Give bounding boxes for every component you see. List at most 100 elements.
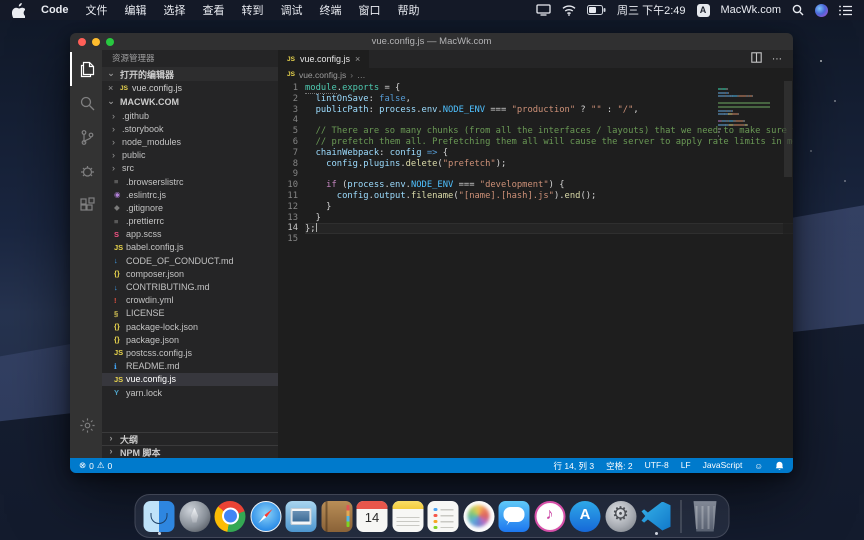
menu-bar-account[interactable]: MacWk.com [721, 4, 782, 16]
menu-item-6[interactable]: 调试 [281, 2, 303, 18]
status-item-3[interactable]: LF [681, 460, 691, 472]
file-item-crowdin.yml[interactable]: !crowdin.yml [102, 294, 278, 307]
code-line-13[interactable]: } [305, 213, 793, 224]
dock-item-reminders[interactable] [427, 497, 460, 535]
open-editors-section[interactable]: ⌄ 打开的编辑器 [102, 67, 278, 81]
more-actions-icon[interactable]: ⋯ [772, 54, 783, 65]
apple-menu-icon[interactable] [12, 3, 25, 18]
breadcrumb-file[interactable]: vue.config.js [299, 70, 346, 80]
code-line-7[interactable]: chainWebpack: config => { [305, 148, 793, 159]
debug-icon[interactable] [70, 154, 102, 188]
display-airplay-icon[interactable] [536, 4, 551, 16]
window-titlebar[interactable]: vue.config.js — MacWk.com [70, 33, 793, 50]
dock-item-appstore[interactable] [569, 497, 602, 535]
source-control-icon[interactable] [70, 120, 102, 154]
dock-item-calendar[interactable]: 14 [356, 497, 389, 535]
workspace-section[interactable]: ⌄ MACWK.COM [102, 95, 278, 109]
battery-icon[interactable] [587, 5, 606, 15]
notifications-bell-icon[interactable] [775, 461, 784, 471]
menu-item-4[interactable]: 查看 [203, 2, 225, 18]
breadcrumb[interactable]: JS vue.config.js › … [278, 68, 793, 81]
code-line-10[interactable]: if (process.env.NODE_ENV === "developmen… [305, 180, 793, 191]
menu-item-3[interactable]: 选择 [164, 2, 186, 18]
menu-bar-clock[interactable]: 周三 下午2:49 [617, 2, 685, 18]
close-editor-icon[interactable]: × [108, 83, 116, 93]
dock-item-itunes[interactable]: ♪ [533, 497, 566, 535]
file-item-package-lock.json[interactable]: {}package-lock.json [102, 320, 278, 333]
code-content[interactable]: module.exports = { lintOnSave: false, pu… [305, 83, 793, 458]
dock-item-contacts[interactable] [320, 497, 353, 535]
menu-item-1[interactable]: 文件 [86, 2, 108, 18]
menu-item-9[interactable]: 帮助 [398, 2, 420, 18]
file-item-.eslintrc.js[interactable]: ◉.eslintrc.js [102, 188, 278, 201]
minimize-window-button[interactable] [92, 38, 100, 46]
dock-item-chrome[interactable] [214, 497, 247, 535]
file-item-LICENSE[interactable]: §LICENSE [102, 307, 278, 320]
code-editor[interactable]: 123456789101112131415 module.exports = {… [278, 81, 793, 458]
zoom-window-button[interactable] [106, 38, 114, 46]
tab-vue-config-js[interactable]: JS vue.config.js × [278, 50, 369, 68]
dock-item-messages[interactable] [498, 497, 531, 535]
dock-item-mail[interactable] [285, 497, 318, 535]
editor-scrollbar[interactable] [783, 81, 793, 458]
code-line-8[interactable]: config.plugins.delete("prefetch"); [305, 159, 793, 170]
file-item-app.scss[interactable]: Sapp.scss [102, 228, 278, 241]
dock-item-safari[interactable] [249, 497, 282, 535]
file-item-.prettierrc[interactable]: ≡.prettierrc [102, 215, 278, 228]
file-item-CODE_OF_CONDUCT.md[interactable]: ↓CODE_OF_CONDUCT.md [102, 254, 278, 267]
menu-item-0[interactable]: Code [41, 4, 69, 16]
search-icon[interactable] [70, 86, 102, 120]
open-editor-item[interactable]: × JS vue.config.js [102, 81, 278, 95]
code-line-14[interactable]: }; [305, 223, 793, 234]
file-item-.gitignore[interactable]: ◆.gitignore [102, 201, 278, 214]
settings-gear-icon[interactable] [70, 408, 102, 442]
file-item-vue.config.js[interactable]: JSvue.config.js [102, 373, 278, 386]
scrollbar-thumb[interactable] [784, 81, 792, 177]
tab-close-icon[interactable]: × [355, 54, 360, 64]
file-item-CONTRIBUTING.md[interactable]: ↓CONTRIBUTING.md [102, 280, 278, 293]
code-line-15[interactable] [305, 234, 793, 245]
status-item-4[interactable]: JavaScript [703, 460, 743, 472]
menu-item-8[interactable]: 窗口 [359, 2, 381, 18]
dock-item-trash[interactable] [689, 497, 722, 535]
dock-item-notes[interactable] [391, 497, 424, 535]
explorer-icon[interactable] [70, 52, 102, 86]
code-line-11[interactable]: config.output.filename("[name].[hash].js… [305, 191, 793, 202]
close-window-button[interactable] [78, 38, 86, 46]
siri-icon[interactable] [815, 4, 828, 17]
wifi-icon[interactable] [562, 5, 576, 16]
feedback-smiley-icon[interactable]: ☺ [754, 461, 763, 471]
breadcrumb-symbol[interactable]: … [357, 70, 366, 80]
notification-center-icon[interactable] [839, 5, 852, 16]
menu-item-2[interactable]: 编辑 [125, 2, 147, 18]
file-item-README.md[interactable]: ℹREADME.md [102, 360, 278, 373]
npm-scripts-section[interactable]: › NPM 脚本 [102, 445, 278, 458]
status-item-1[interactable]: 空格: 2 [606, 460, 632, 472]
dock-item-photos[interactable] [462, 497, 495, 535]
file-item-.storybook[interactable]: ›.storybook [102, 122, 278, 135]
outline-section[interactable]: › 大纲 [102, 432, 278, 445]
extensions-icon[interactable] [70, 188, 102, 222]
dock-item-finder[interactable] [143, 497, 176, 535]
status-item-0[interactable]: 行 14, 列 3 [554, 460, 595, 472]
minimap[interactable] [718, 85, 780, 139]
file-item-postcss.config.js[interactable]: JSpostcss.config.js [102, 346, 278, 359]
code-line-12[interactable]: } [305, 202, 793, 213]
file-item-yarn.lock[interactable]: Yyarn.lock [102, 386, 278, 399]
menu-item-5[interactable]: 转到 [242, 2, 264, 18]
file-item-package.json[interactable]: {}package.json [102, 333, 278, 346]
split-editor-icon[interactable] [751, 50, 762, 68]
status-item-2[interactable]: UTF-8 [645, 460, 669, 472]
file-item-.browserslistrc[interactable]: ≡.browserslistrc [102, 175, 278, 188]
menu-item-7[interactable]: 终端 [320, 2, 342, 18]
input-method-badge[interactable]: A [697, 4, 710, 17]
dock-item-launchpad[interactable] [178, 497, 211, 535]
problems-indicator[interactable]: ⊗ 0 ⚠ 0 [79, 460, 112, 471]
code-line-9[interactable] [305, 169, 793, 180]
file-item-src[interactable]: ›src [102, 162, 278, 175]
dock-item-vscode[interactable] [640, 497, 673, 535]
spotlight-search-icon[interactable] [792, 4, 804, 16]
dock-item-settings[interactable]: ⚙ [604, 497, 637, 535]
file-item-.github[interactable]: ›.github [102, 109, 278, 122]
file-item-composer.json[interactable]: {}composer.json [102, 267, 278, 280]
